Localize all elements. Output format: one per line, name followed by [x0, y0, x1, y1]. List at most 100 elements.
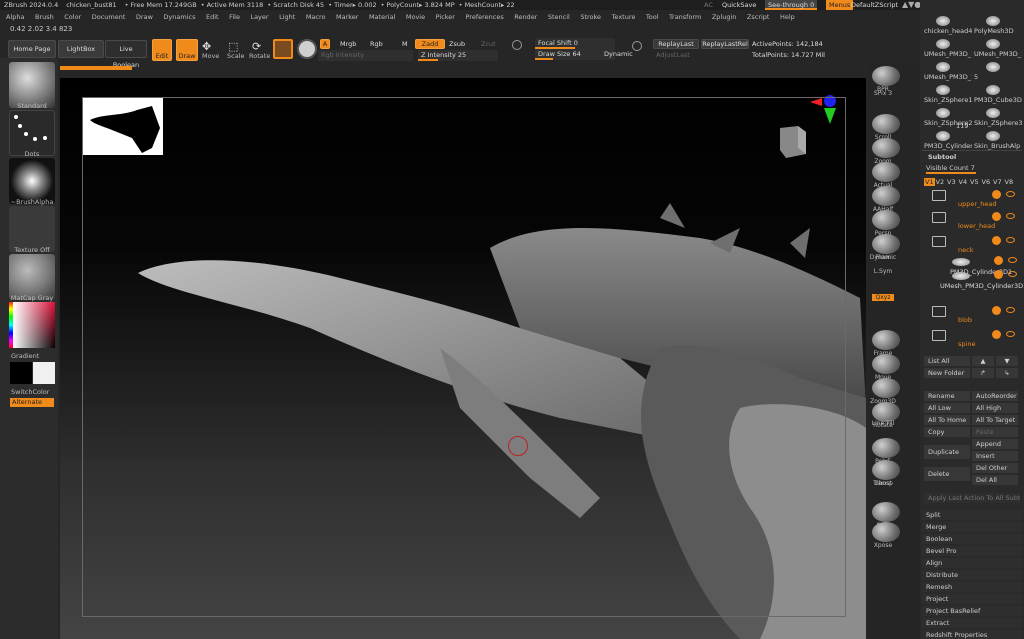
menu-extract[interactable]: Extract	[922, 618, 1022, 628]
tool-thumbnail-icon[interactable]	[936, 62, 950, 72]
eye-icon[interactable]	[1006, 237, 1015, 243]
menu-marker[interactable]: Marker	[336, 13, 358, 21]
tool-thumbnail-icon[interactable]	[986, 85, 1000, 95]
qxyz-button[interactable]: Qxyz	[872, 294, 894, 301]
tool-item-label[interactable]: Skin_ZSphere1	[924, 96, 972, 104]
copy-button[interactable]: Copy	[924, 427, 970, 437]
gear-icon[interactable]	[994, 256, 1003, 265]
frame-icon[interactable]	[872, 330, 900, 350]
paste-button[interactable]: Paste	[972, 427, 1018, 437]
menu-transform[interactable]: Transform	[669, 13, 701, 21]
menu-material[interactable]: Material	[369, 13, 395, 21]
subtool-name[interactable]: upper_head	[958, 200, 997, 208]
zoom3d-icon[interactable]	[872, 378, 900, 398]
menu-document[interactable]: Document	[92, 13, 126, 21]
eye-icon[interactable]	[1008, 271, 1017, 277]
folder-icon[interactable]	[932, 190, 946, 201]
tool-thumbnail-icon[interactable]	[936, 85, 950, 95]
tool-item-label[interactable]: Skin_BrushAlp	[974, 142, 1022, 150]
tool-thumbnail-icon[interactable]	[986, 131, 1000, 141]
menu-align[interactable]: Align	[922, 558, 1022, 568]
m-toggle[interactable]: M	[402, 40, 408, 48]
duplicate-button[interactable]: Duplicate	[924, 445, 970, 459]
menu-light[interactable]: Light	[279, 13, 295, 21]
tool-thumbnail-icon[interactable]	[986, 62, 1000, 72]
eye-icon[interactable]	[1006, 307, 1015, 313]
subtool-name[interactable]: spine	[958, 340, 975, 348]
menu-bevel-pro[interactable]: Bevel Pro	[922, 546, 1022, 556]
gear-icon[interactable]	[992, 236, 1001, 245]
adjustlast-slider[interactable]: AdjustLast	[656, 51, 690, 59]
window-controls-icon[interactable]: ▲▼●	[902, 0, 921, 10]
menu-tool[interactable]: Tool	[646, 13, 659, 21]
move-folder-down-icon[interactable]: ↳	[996, 368, 1018, 378]
tool-item-label[interactable]: UMesh_PM3D_1	[924, 50, 972, 58]
zoom-icon[interactable]	[872, 138, 900, 158]
dynamic-button[interactable]: Dynamic	[868, 254, 898, 261]
menu-project-basrelief[interactable]: Project BasRelief	[922, 606, 1022, 616]
menu-split[interactable]: Split	[922, 510, 1022, 520]
visibility-tab-v8[interactable]: V8	[1005, 178, 1014, 186]
all-to-home-button[interactable]: All To Home	[924, 415, 970, 425]
dynamic-toggle[interactable]: Dynamic	[604, 50, 633, 58]
line-fill-button[interactable]: Line Fill	[868, 420, 898, 427]
rotate-icon[interactable]	[872, 402, 900, 422]
focal-shift-slider[interactable]: Focal Shift 0	[535, 38, 615, 49]
tool-thumbnail-icon[interactable]	[936, 131, 950, 141]
tool-item-label[interactable]: PM3D_Cube3D1	[974, 96, 1022, 104]
eye-icon[interactable]	[1006, 191, 1015, 197]
menu-macro[interactable]: Macro	[306, 13, 326, 21]
tool-thumbnail-icon[interactable]	[986, 39, 1000, 49]
subtool-name[interactable]: UMesh_PM3D_Cylinder3D1	[940, 282, 1024, 290]
scroll-icon[interactable]	[872, 114, 900, 134]
tool-item-label[interactable]: Skin_ZSphere3	[974, 119, 1022, 127]
live-boolean-button[interactable]: Live Boolean	[105, 40, 147, 69]
l-sym-button[interactable]: L.Sym	[868, 268, 898, 275]
a-toggle[interactable]: A	[320, 39, 330, 49]
tool-item-label[interactable]: chicken_head4	[924, 27, 972, 35]
visibility-tab-v2[interactable]: V2	[936, 178, 945, 186]
material-icon[interactable]	[297, 39, 317, 59]
actual-icon[interactable]	[872, 162, 900, 182]
move-down-arrow-icon[interactable]: ▼	[996, 356, 1018, 366]
menu-edit[interactable]: Edit	[206, 13, 219, 21]
rgb-intensity-slider[interactable]: Rgb Intensity	[318, 50, 413, 61]
menus-toggle[interactable]: Menus	[826, 0, 854, 10]
all-high-button[interactable]: All High	[972, 403, 1018, 413]
all-low-button[interactable]: All Low	[924, 403, 970, 413]
seethrough-slider[interactable]: See-through 0	[765, 0, 818, 10]
menu-texture[interactable]: Texture	[612, 13, 636, 21]
scale-button[interactable]: Scale	[227, 52, 245, 60]
delete-button[interactable]: Delete	[924, 467, 970, 481]
rename-button[interactable]: Rename	[924, 391, 970, 401]
menu-help[interactable]: Help	[780, 13, 795, 21]
gear-icon[interactable]	[992, 306, 1001, 315]
replaylastrel-button[interactable]: ReplayLastRel	[701, 39, 749, 49]
eye-icon[interactable]	[1006, 331, 1015, 337]
menu-render[interactable]: Render	[514, 13, 537, 21]
z-intensity-slider[interactable]: Z Intensity 25	[418, 50, 498, 61]
tool-item-label[interactable]: 5	[974, 73, 1022, 81]
primary-color-swatch[interactable]	[10, 362, 32, 384]
folder-icon[interactable]	[932, 306, 946, 317]
polyf-icon[interactable]	[872, 438, 900, 458]
subtool-header[interactable]: Subtool	[928, 153, 956, 161]
del-other-button[interactable]: Del Other	[972, 463, 1018, 473]
visibility-tab-v4[interactable]: V4	[959, 178, 968, 186]
tool-item-label[interactable]: PM3D_Cylinder	[924, 142, 972, 150]
default-zscript-button[interactable]: DefaultZScript	[851, 0, 898, 10]
subtool-name[interactable]: lower_head	[958, 222, 995, 230]
menu-zscript[interactable]: Zscript	[747, 13, 770, 21]
tool-thumbnail-icon[interactable]	[936, 108, 950, 118]
insert-button[interactable]: Insert	[972, 451, 1018, 461]
bpr-icon[interactable]	[872, 66, 900, 86]
visibility-tab-v6[interactable]: V6	[982, 178, 991, 186]
menu-stroke[interactable]: Stroke	[580, 13, 601, 21]
tool-item-label[interactable]: PolyMesh3D	[974, 27, 1022, 35]
visibility-tab-v5[interactable]: V5	[970, 178, 979, 186]
ghost-button[interactable]: Ghost	[868, 480, 898, 487]
menu-draw[interactable]: Draw	[136, 13, 153, 21]
lightbox-button[interactable]: LightBox	[58, 40, 104, 58]
menu-zplugin[interactable]: Zplugin	[712, 13, 737, 21]
append-button[interactable]: Append	[972, 439, 1018, 449]
